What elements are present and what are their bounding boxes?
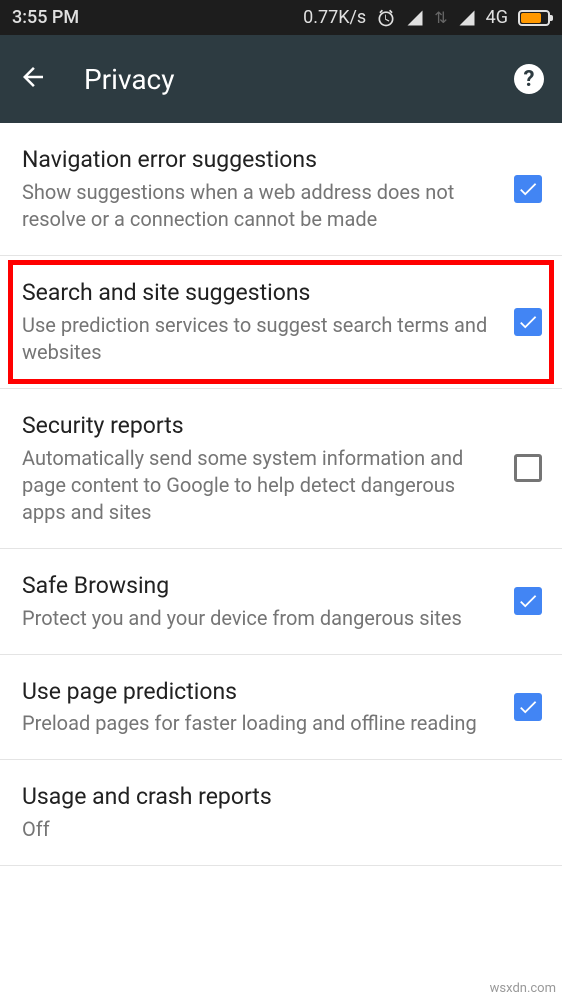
battery-icon [518,10,550,26]
checkbox[interactable] [514,454,542,482]
status-right: 0.77K/s ⇅ 4G [303,7,550,28]
checkbox[interactable] [514,175,542,203]
alarm-icon [376,8,396,28]
setting-item[interactable]: Search and site suggestions Use predictio… [0,256,562,388]
checkbox[interactable] [514,693,542,721]
setting-title: Safe Browsing [22,571,499,601]
setting-title: Security reports [22,411,499,441]
signal-icon [406,9,424,27]
setting-item[interactable]: Security reports Automatically send some … [0,389,562,549]
back-icon[interactable] [18,62,48,96]
setting-text: Usage and crash reports Off [22,782,542,843]
setting-description: Off [22,816,527,843]
setting-text: Navigation error suggestions Show suggest… [22,145,514,233]
setting-title: Usage and crash reports [22,782,527,812]
setting-title: Use page predictions [22,677,499,707]
setting-item[interactable]: Usage and crash reports Off [0,760,562,866]
page-title: Privacy [84,63,514,96]
setting-title: Search and site suggestions [22,278,499,308]
setting-description: Use prediction services to suggest searc… [22,312,499,366]
status-bar: 3:55 PM 0.77K/s ⇅ 4G [0,0,562,35]
help-icon[interactable]: ? [514,64,544,94]
setting-description: Automatically send some system informati… [22,445,499,526]
data-arrows-icon: ⇅ [434,8,447,27]
setting-text: Search and site suggestions Use predictio… [22,278,514,366]
setting-description: Show suggestions when a web address does… [22,179,499,233]
setting-description: Preload pages for faster loading and off… [22,710,499,737]
setting-item[interactable]: Navigation error suggestions Show suggest… [0,123,562,256]
setting-title: Navigation error suggestions [22,145,499,175]
setting-item[interactable]: Use page predictions Preload pages for fa… [0,655,562,761]
settings-list: Navigation error suggestions Show suggest… [0,123,562,866]
setting-item[interactable]: Safe Browsing Protect you and your device… [0,549,562,655]
watermark: wsxdn.com [490,981,556,996]
checkbox[interactable] [514,308,542,336]
setting-text: Security reports Automatically send some … [22,411,514,526]
setting-text: Safe Browsing Protect you and your device… [22,571,514,632]
network-label: 4G [486,7,508,28]
status-time: 3:55 PM [12,7,79,28]
app-bar: Privacy ? [0,35,562,123]
status-speed: 0.77K/s [303,7,366,28]
setting-description: Protect you and your device from dangero… [22,605,499,632]
checkbox[interactable] [514,587,542,615]
setting-text: Use page predictions Preload pages for fa… [22,677,514,738]
signal-icon-2 [458,9,476,27]
